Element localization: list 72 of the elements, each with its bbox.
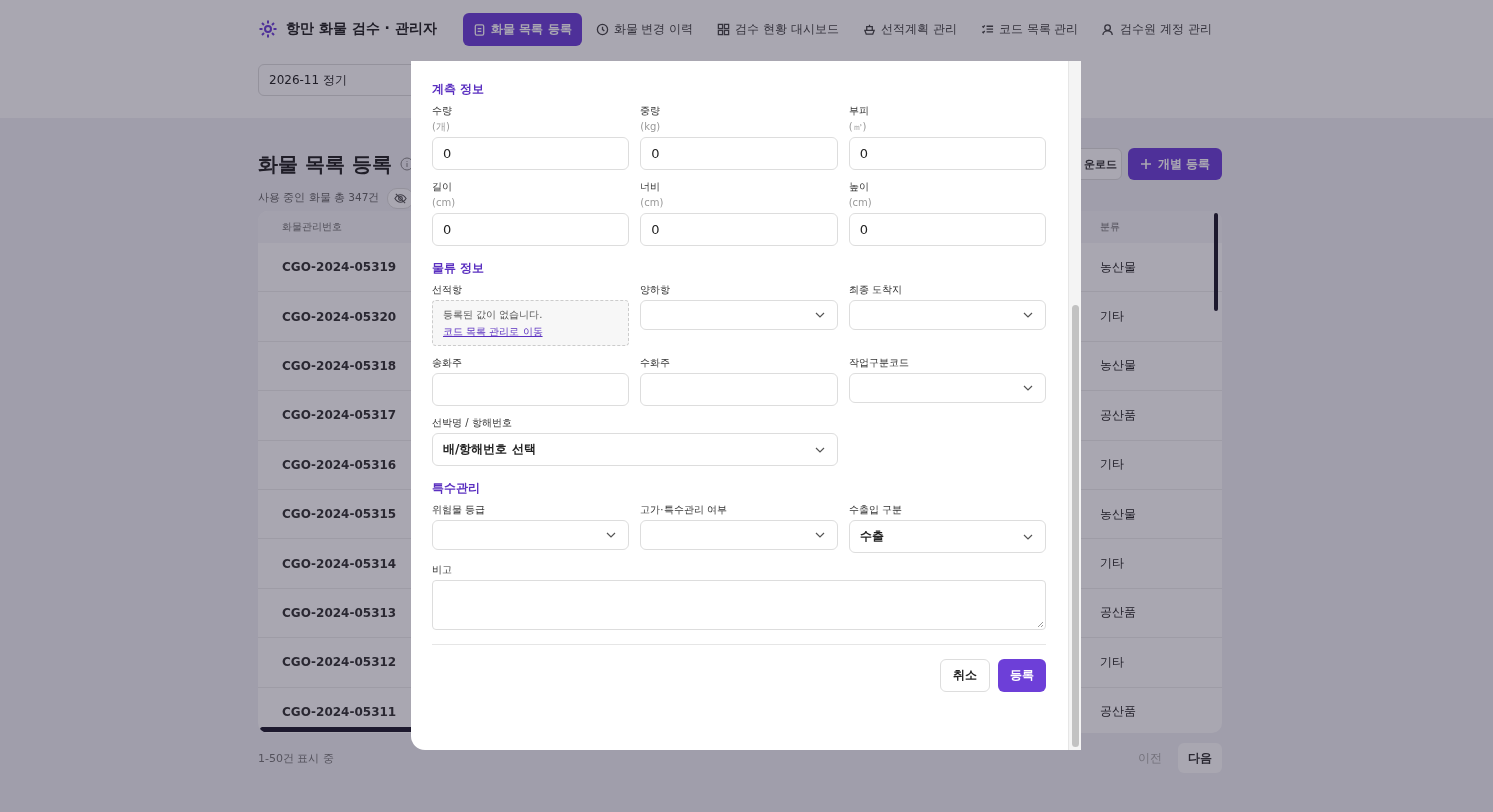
input-field[interactable]: 0 — [432, 213, 630, 246]
field-label: 중량 — [640, 104, 662, 117]
table-cell-text: 공산품 — [1100, 703, 1137, 721]
field-label: 선적항 — [432, 283, 463, 296]
unit-label: (cm) — [848, 197, 873, 209]
unit-label: (cm) — [432, 197, 457, 209]
field-label: 양하항 — [640, 283, 672, 296]
field-label: 수량 — [432, 104, 453, 117]
page-button[interactable]: 다음 — [1178, 743, 1222, 773]
input-field[interactable]: 0 — [640, 213, 838, 246]
table-cell: CGO-2024-05318 — [282, 358, 397, 373]
field-label: 송화주 — [432, 356, 463, 369]
table-cell: CGO-2024-05317 — [282, 408, 397, 423]
input-field[interactable]: 0 — [432, 137, 630, 170]
empty-message: 등록된 값이 없습니다. — [443, 307, 544, 322]
select-field[interactable]: 배/항해번호 선택 — [432, 433, 838, 466]
cancel-button[interactable]: 취소 — [940, 659, 990, 692]
table-cell: CGO-2024-05316 — [282, 457, 397, 472]
nav-tab[interactable]: 검수원 계정 관리 — [1092, 12, 1222, 46]
table-cell-text: 기타 — [1100, 456, 1125, 474]
field-label: 작업구분코드 — [848, 356, 910, 369]
table-cell-text: 공산품 — [1100, 406, 1137, 424]
table-cell: CGO-2024-05313 — [282, 605, 397, 620]
table-cell: CGO-2024-05314 — [282, 556, 397, 571]
field-label: 부피 — [848, 104, 870, 117]
table-cell: CGO-2024-05311 — [282, 704, 397, 719]
input-field[interactable]: 0 — [848, 137, 1046, 170]
table-cell-text: 기타 — [1100, 555, 1125, 573]
app-title: 항만 화물 검수 · 관리자 — [286, 20, 437, 38]
table-cell-text: 공산품 — [1100, 604, 1137, 622]
table-cell: CGO-2024-05315 — [282, 507, 397, 522]
select-field[interactable]: 수출 — [848, 520, 1046, 553]
table-cell: CGO-2024-05319 — [282, 260, 397, 275]
table-cell-text: 농산물 — [1100, 258, 1137, 276]
add-button[interactable]: 개별 등록 — [1127, 148, 1222, 180]
field-label: 최종 도착지 — [848, 283, 903, 296]
column-header: 분류 — [1100, 220, 1121, 234]
table-cell: CGO-2024-05312 — [282, 655, 397, 670]
unit-label: (cm) — [640, 197, 665, 209]
page-info: 1-50건 표시 중 — [258, 750, 334, 766]
column-header: 화물관리번호 — [282, 220, 342, 234]
field-label: 수출입 구분 — [848, 503, 903, 516]
input-field[interactable]: 0 — [640, 137, 838, 170]
table-cell-text: 농산물 — [1100, 357, 1137, 375]
section-title: 특수관리 — [432, 480, 481, 497]
unit-label: (kg) — [640, 121, 662, 133]
field-label: 높이 — [848, 180, 870, 193]
code-list-link[interactable]: 코드 목록 관리로 이동 — [443, 324, 543, 339]
unit-label: (개) — [432, 121, 451, 133]
nav-tab[interactable]: 코드 목록 관리 — [970, 12, 1089, 46]
unit-label: (㎥) — [848, 121, 868, 133]
field-label: 고가·특수관리 여부 — [640, 503, 728, 516]
field-label: 수화주 — [640, 356, 672, 369]
input-field[interactable]: 0 — [848, 213, 1046, 246]
field-label: 선박명 / 항해번호 — [432, 416, 513, 429]
nav-tab[interactable]: 선적계획 관리 — [852, 12, 967, 46]
section-title: 계측 정보 — [432, 81, 486, 98]
nav-tab[interactable]: 검수 현황 대시보드 — [707, 12, 849, 46]
field-label: 길이 — [432, 180, 453, 193]
table-cell-text: 기타 — [1100, 653, 1125, 671]
table-cell-text: 기타 — [1100, 308, 1125, 326]
field-label: 너비 — [640, 180, 662, 193]
field-label: 위험물 등급 — [432, 503, 487, 516]
field-label: 비고 — [432, 563, 453, 576]
section-title: 물류 정보 — [432, 260, 486, 277]
submit-button[interactable]: 등록 — [998, 659, 1046, 692]
nav-tab[interactable]: 화물 변경 이력 — [585, 12, 704, 46]
cargo-count: 사용 중인 화물 총 347건 — [258, 191, 380, 205]
page-title: 화물 목록 등록 — [258, 150, 392, 178]
table-cell: CGO-2024-05320 — [282, 309, 397, 324]
table-cell-text: 농산물 — [1100, 505, 1137, 523]
nav-tab[interactable]: 화물 목록 등록 — [463, 12, 582, 46]
